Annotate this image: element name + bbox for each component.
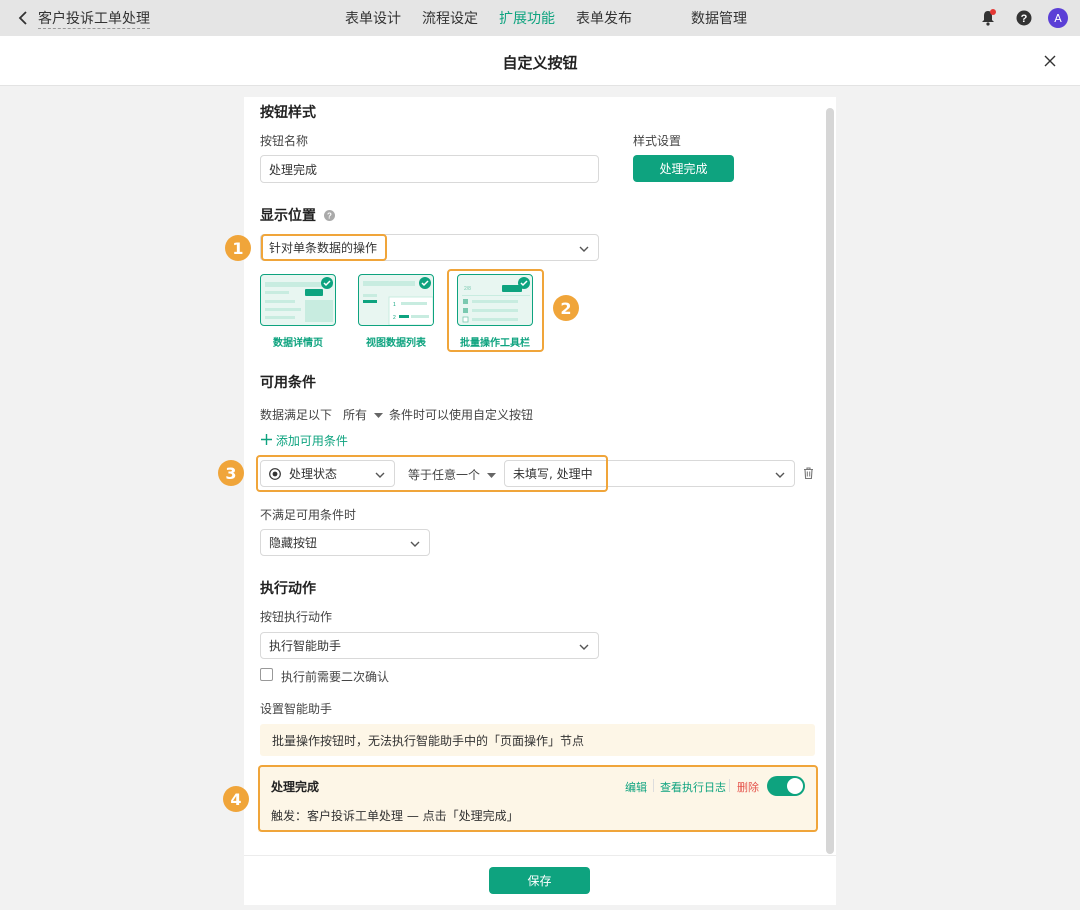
step-marker-3: 3 <box>218 460 244 486</box>
match-mode-value: 所有 <box>343 408 368 422</box>
svg-text:1: 1 <box>393 302 396 308</box>
condition-field-value: 处理状态 <box>289 467 338 481</box>
confirm-checkbox[interactable] <box>260 668 273 681</box>
unmet-condition-label: 不满足可用条件时 <box>260 508 357 522</box>
caret-down-icon <box>486 473 496 478</box>
card-detail-page[interactable] <box>260 274 336 326</box>
help-icon[interactable]: ? <box>1014 8 1034 28</box>
button-name-label: 按钮名称 <box>260 134 309 148</box>
assistant-name: 处理完成 <box>271 780 320 794</box>
button-action-label: 按钮执行动作 <box>260 610 333 624</box>
svg-text:2: 2 <box>393 315 396 321</box>
section-button-style: 按钮样式 <box>260 105 316 121</box>
button-action-select[interactable]: 执行智能助手 <box>260 632 599 659</box>
caret-down-icon <box>373 413 383 418</box>
assistant-trigger: 触发：客户投诉工单处理 — 点击「处理完成」 <box>271 809 519 823</box>
tab-data-management[interactable]: 数据管理 <box>691 10 747 28</box>
card-batch-toolbar[interactable]: 2/8 <box>457 274 533 326</box>
unmet-action-select[interactable]: 隐藏按钮 <box>260 529 430 556</box>
close-icon[interactable] <box>1040 51 1060 71</box>
confirm-checkbox-label: 执行前需要二次确认 <box>281 670 390 684</box>
svg-text:?: ? <box>327 212 332 221</box>
style-preview-button[interactable]: 处理完成 <box>633 155 734 182</box>
svg-text:?: ? <box>1021 13 1028 25</box>
chevron-down-icon <box>375 472 385 478</box>
assistant-setting-label: 设置智能助手 <box>260 702 333 716</box>
card-label-view-list: 视图数据列表 <box>366 338 426 349</box>
assistant-toggle[interactable] <box>767 776 805 796</box>
tab-form-design[interactable]: 表单设计 <box>345 10 401 28</box>
dialog-header: 自定义按钮 <box>0 36 1080 86</box>
step-marker-1: 1 <box>225 235 251 261</box>
condition-operator-dropdown[interactable]: 等于任意一个 <box>408 466 496 483</box>
card-label-detail-page: 数据详情页 <box>273 338 323 349</box>
button-action-value: 执行智能助手 <box>269 639 342 653</box>
chevron-down-icon <box>579 644 589 650</box>
condition-field-select[interactable]: 处理状态 <box>260 460 395 487</box>
card-label-batch-toolbar: 批量操作工具栏 <box>460 338 530 349</box>
condition-values-select[interactable]: 未填写, 处理中 <box>504 460 795 487</box>
add-condition-link[interactable]: 添加可用条件 <box>261 432 348 449</box>
top-nav-bar: 客户投诉工单处理 表单设计 流程设定 扩展功能 表单发布 数据管理 ? A <box>0 0 1080 36</box>
top-icons: ? A <box>962 8 1068 28</box>
display-position-value: 针对单条数据的操作 <box>269 241 378 255</box>
batch-notice: 批量操作按钮时，无法执行智能助手中的「页面操作」节点 <box>260 724 815 756</box>
back-arrow-icon[interactable] <box>14 9 32 27</box>
card-view-list[interactable]: 1 2 <box>358 274 434 326</box>
help-circle-icon[interactable]: ? <box>323 210 335 221</box>
unmet-action-value: 隐藏按钮 <box>269 536 318 550</box>
view-log-link[interactable]: 查看执行日志 <box>660 779 726 795</box>
checkmark-icon <box>321 277 333 289</box>
save-button[interactable]: 保存 <box>489 867 590 894</box>
tab-extensions[interactable]: 扩展功能 <box>499 10 555 28</box>
app-title[interactable]: 客户投诉工单处理 <box>38 10 150 29</box>
checkmark-icon <box>518 277 530 289</box>
section-execute-action: 执行动作 <box>260 581 316 597</box>
button-name-input[interactable]: 处理完成 <box>260 155 599 183</box>
tab-publish[interactable]: 表单发布 <box>576 10 632 28</box>
chevron-down-icon <box>775 472 785 478</box>
chevron-down-icon <box>579 246 589 252</box>
step-marker-2: 2 <box>553 295 579 321</box>
footer-divider <box>244 855 836 856</box>
trash-icon[interactable] <box>803 467 814 482</box>
conditions-sentence-suffix: 条件时可以使用自定义按钮 <box>389 408 534 422</box>
nav-tabs: 表单设计 流程设定 扩展功能 表单发布 数据管理 <box>345 10 768 28</box>
notification-dot <box>990 9 996 15</box>
dialog-title: 自定义按钮 <box>502 54 578 72</box>
plus-icon <box>261 434 272 445</box>
section-available-conditions: 可用条件 <box>260 375 316 391</box>
chevron-down-icon <box>410 541 420 547</box>
style-setting-label: 样式设置 <box>633 134 682 148</box>
conditions-sentence-prefix: 数据满足以下 <box>260 408 333 422</box>
checkmark-icon <box>419 277 431 289</box>
scrollbar[interactable] <box>826 108 834 854</box>
step-marker-4: 4 <box>223 786 249 812</box>
tab-workflow[interactable]: 流程设定 <box>422 10 478 28</box>
delete-link[interactable]: 删除 <box>737 779 759 795</box>
condition-operator-value: 等于任意一个 <box>408 468 481 482</box>
condition-values: 未填写, 处理中 <box>513 467 593 481</box>
edit-link[interactable]: 编辑 <box>625 779 647 795</box>
section-display-position: 显示位置 ? <box>260 205 335 225</box>
avatar[interactable]: A <box>1048 8 1068 28</box>
radio-field-icon <box>269 467 281 480</box>
display-position-title: 显示位置 <box>260 208 316 224</box>
toggle-knob <box>787 778 803 794</box>
match-mode-dropdown[interactable]: 所有 <box>343 406 383 423</box>
add-condition-label: 添加可用条件 <box>275 434 348 448</box>
display-position-select[interactable]: 针对单条数据的操作 <box>260 234 599 261</box>
divider <box>653 779 654 792</box>
notification-bell-icon[interactable] <box>978 8 998 28</box>
svg-text:2/8: 2/8 <box>464 286 471 292</box>
divider <box>729 779 730 792</box>
